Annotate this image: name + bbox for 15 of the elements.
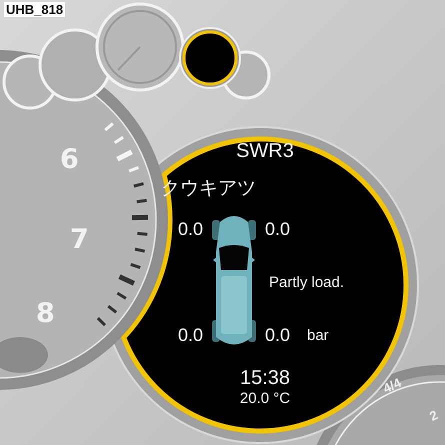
dial-numeral: 6: [60, 146, 79, 173]
outside-temperature: 20.0 °C: [240, 390, 290, 407]
dial-numeral: 7: [70, 226, 89, 253]
load-mode-label: Partly load.: [269, 274, 346, 290]
figure-label: UHB_818: [4, 2, 66, 17]
dial-label: 2: [427, 407, 440, 424]
dial-numeral: 8: [36, 300, 55, 327]
tire-pressure-value: 0.0: [265, 218, 290, 240]
dial-label: 4/4: [380, 374, 404, 396]
tire-pressure-value: 0.0: [178, 324, 203, 346]
unit-label: bar: [307, 326, 330, 344]
tire-pressure-value: 0.0: [265, 324, 290, 346]
station-name: SWR3: [236, 140, 294, 163]
clock-time: 15:38: [240, 367, 290, 390]
tire-pressure-value: 0.0: [178, 218, 203, 240]
